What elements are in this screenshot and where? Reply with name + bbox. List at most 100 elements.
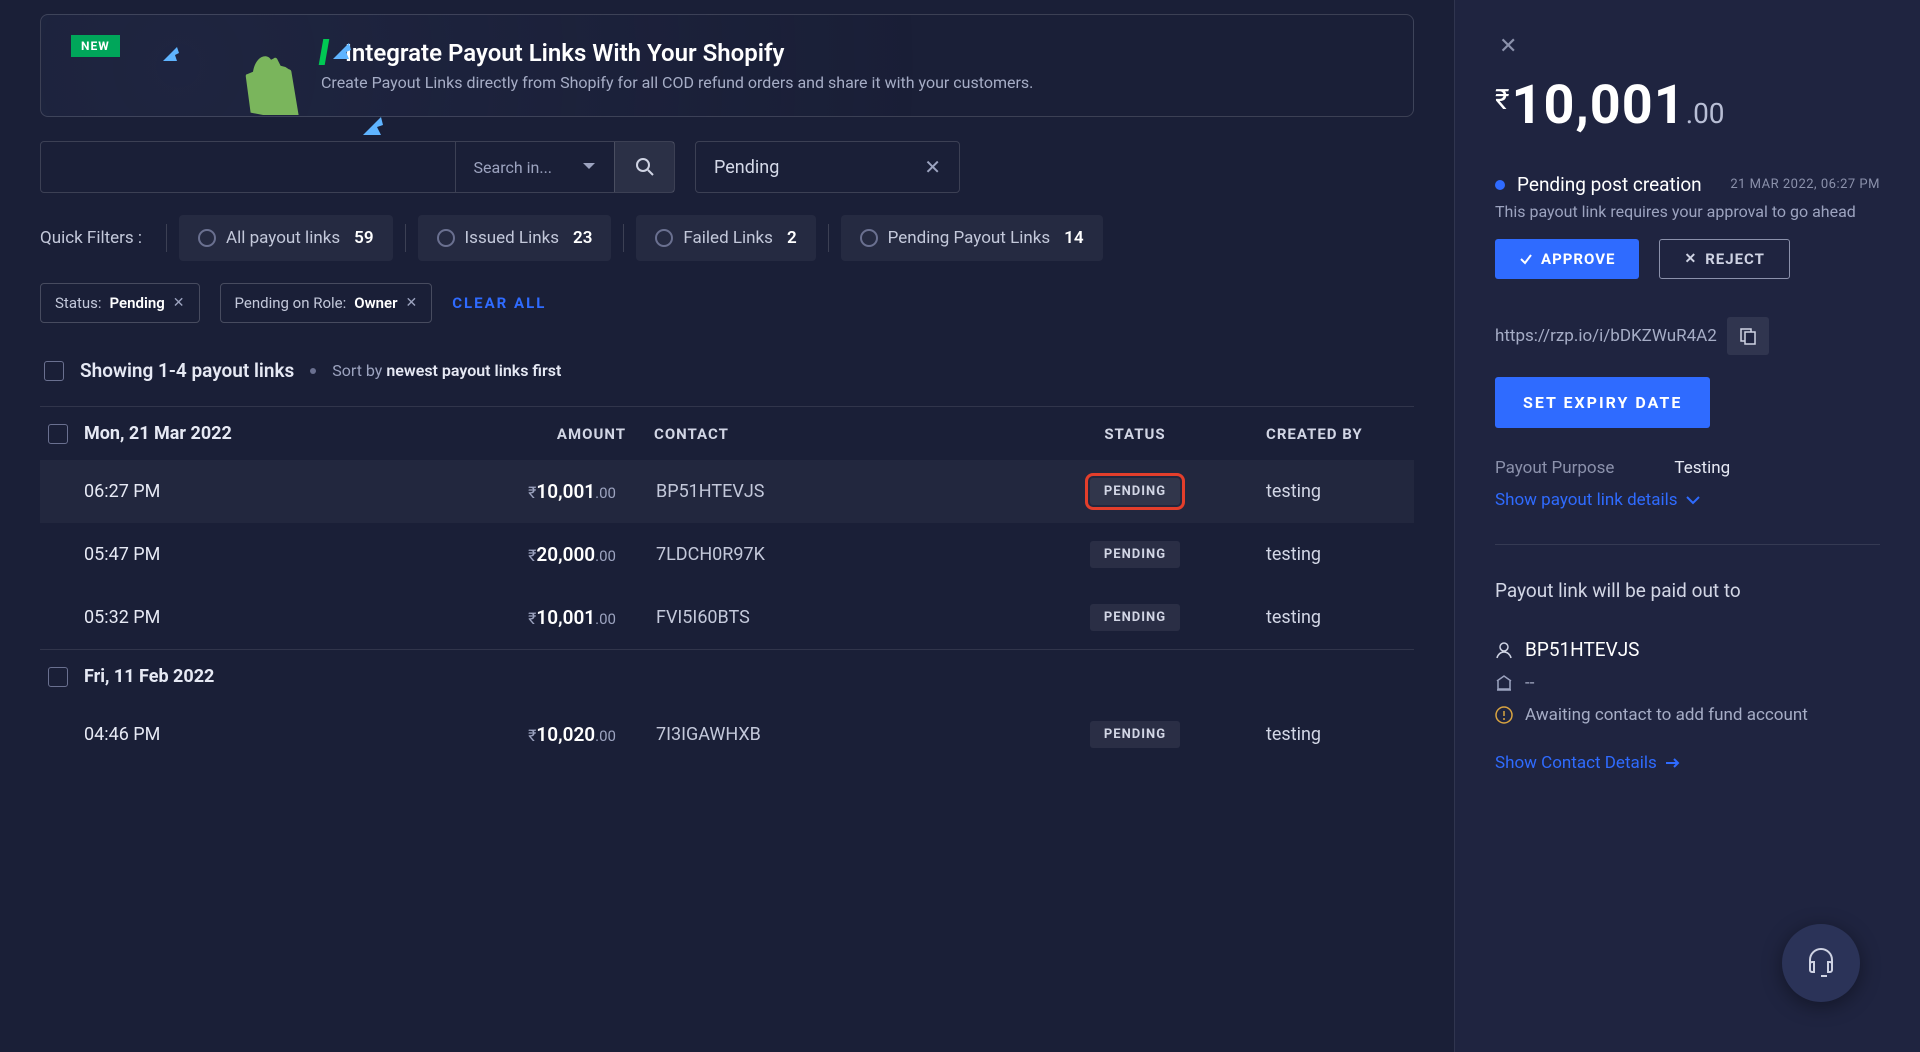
contact-name: BP51HTEVJS bbox=[1525, 638, 1639, 661]
paid-to-title: Payout link will be paid out to bbox=[1495, 579, 1880, 602]
detail-amount: ₹10,001.00 bbox=[1495, 74, 1880, 137]
search-box: Search in... bbox=[40, 141, 675, 193]
user-icon bbox=[1495, 641, 1513, 659]
radio-icon bbox=[655, 229, 673, 247]
search-type-dropdown[interactable]: Search in... bbox=[456, 142, 615, 192]
row-status: PENDING bbox=[1020, 541, 1250, 568]
clear-all-button[interactable]: CLEAR ALL bbox=[452, 294, 546, 312]
row-amount: ₹10,001.00 bbox=[300, 480, 640, 503]
sort-label: Sort by newest payout links first bbox=[332, 361, 561, 380]
bank-icon bbox=[1495, 674, 1513, 692]
row-contact: 7LDCH0R97K bbox=[656, 544, 1004, 565]
filter-pending-payout-links[interactable]: Pending Payout Links 14 bbox=[841, 215, 1103, 261]
show-link-details[interactable]: Show payout link details bbox=[1495, 490, 1880, 510]
show-contact-details[interactable]: Show Contact Details bbox=[1495, 753, 1880, 773]
warning-text: Awaiting contact to add fund account bbox=[1525, 705, 1808, 725]
clear-status-icon[interactable]: ✕ bbox=[924, 155, 941, 179]
copy-button[interactable] bbox=[1727, 317, 1769, 355]
reject-button[interactable]: ✕ REJECT bbox=[1659, 239, 1790, 279]
divider bbox=[405, 224, 406, 252]
group-date: Fri, 11 Feb 2022 bbox=[84, 666, 214, 687]
filters-label: Quick Filters : bbox=[40, 228, 142, 248]
shopify-banner[interactable]: NEW Integrate Payout Links With Your Sho… bbox=[40, 14, 1414, 117]
detail-status-date: 21 MAR 2022, 06:27 PM bbox=[1730, 177, 1880, 192]
radio-icon bbox=[198, 229, 216, 247]
row-amount: ₹10,001.00 bbox=[300, 606, 640, 629]
row-status: PENDING bbox=[1020, 604, 1250, 631]
group-checkbox[interactable] bbox=[48, 424, 68, 444]
search-icon bbox=[635, 157, 655, 177]
showing-count: Showing 1-4 payout links bbox=[80, 359, 294, 382]
search-input[interactable] bbox=[41, 142, 456, 192]
col-status: STATUS bbox=[1020, 425, 1250, 443]
table-row[interactable]: 05:47 PM ₹20,000.00 7LDCH0R97K PENDING t… bbox=[40, 523, 1414, 586]
remove-tag-icon[interactable]: ✕ bbox=[406, 295, 418, 311]
payout-link-url: https://rzp.io/i/bDKZWuR4A2 bbox=[1495, 326, 1717, 346]
approve-button[interactable]: APPROVE bbox=[1495, 239, 1639, 279]
status-filter-value: Pending bbox=[714, 157, 779, 178]
divider bbox=[623, 224, 624, 252]
status-badge: PENDING bbox=[1090, 541, 1180, 568]
filter-all-payout-links[interactable]: All payout links 59 bbox=[179, 215, 393, 261]
row-contact: FVI5I60BTS bbox=[656, 607, 1004, 628]
select-all-checkbox[interactable] bbox=[44, 361, 64, 381]
detail-status-title: Pending post creation bbox=[1517, 173, 1702, 196]
banner-title: Integrate Payout Links With Your Shopify bbox=[345, 39, 784, 67]
status-dot-icon bbox=[1495, 180, 1505, 190]
row-created-by: testing bbox=[1266, 481, 1406, 502]
row-time: 05:32 PM bbox=[84, 607, 284, 628]
filter-issued-links[interactable]: Issued Links 23 bbox=[418, 215, 612, 261]
date-group-header: Fri, 11 Feb 2022 bbox=[40, 649, 1414, 703]
row-status: PENDING bbox=[1020, 478, 1250, 505]
status-badge: PENDING bbox=[1090, 604, 1180, 631]
remove-tag-icon[interactable]: ✕ bbox=[173, 295, 185, 311]
set-expiry-button[interactable]: SET EXPIRY DATE bbox=[1495, 377, 1710, 428]
row-status: PENDING bbox=[1020, 721, 1250, 748]
chevron-down-icon bbox=[582, 162, 596, 172]
copy-icon bbox=[1739, 327, 1757, 345]
row-created-by: testing bbox=[1266, 544, 1406, 565]
table-row[interactable]: 05:32 PM ₹10,001.00 FVI5I60BTS PENDING t… bbox=[40, 586, 1414, 649]
radio-icon bbox=[860, 229, 878, 247]
row-time: 04:46 PM bbox=[84, 724, 284, 745]
status-filter-select[interactable]: Pending ✕ bbox=[695, 141, 960, 193]
arrow-icon bbox=[361, 115, 385, 139]
chevron-down-icon bbox=[1686, 495, 1700, 505]
row-contact: 7I3IGAWHXB bbox=[656, 724, 1004, 745]
table-row[interactable]: 06:27 PM ₹10,001.00 BP51HTEVJS PENDING t… bbox=[40, 460, 1414, 523]
purpose-value: Testing bbox=[1674, 458, 1730, 478]
date-group-header: Mon, 21 Mar 2022 AMOUNT CONTACT STATUS C… bbox=[40, 406, 1414, 460]
warning-icon bbox=[1495, 706, 1513, 724]
row-amount: ₹20,000.00 bbox=[300, 543, 640, 566]
arrow-icon bbox=[161, 45, 181, 65]
tag-role: Pending on Role: Owner ✕ bbox=[220, 283, 433, 323]
row-time: 06:27 PM bbox=[84, 481, 284, 502]
divider bbox=[1495, 544, 1880, 545]
tag-status: Status: Pending ✕ bbox=[40, 283, 200, 323]
row-created-by: testing bbox=[1266, 607, 1406, 628]
filter-failed-links[interactable]: Failed Links 2 bbox=[636, 215, 815, 261]
col-amount: AMOUNT bbox=[438, 425, 638, 443]
close-icon[interactable]: ✕ bbox=[1499, 34, 1517, 59]
detail-panel: ✕ ₹10,001.00 Pending post creation 21 MA… bbox=[1454, 0, 1920, 1052]
check-icon bbox=[1519, 252, 1533, 266]
table-row[interactable]: 04:46 PM ₹10,020.00 7I3IGAWHXB PENDING t… bbox=[40, 703, 1414, 766]
detail-status-desc: This payout link requires your approval … bbox=[1495, 202, 1880, 221]
shopify-icon bbox=[241, 55, 301, 115]
x-icon: ✕ bbox=[1684, 251, 1697, 267]
arrow-right-icon bbox=[1665, 757, 1681, 769]
divider bbox=[828, 224, 829, 252]
group-checkbox[interactable] bbox=[48, 667, 68, 687]
support-button[interactable] bbox=[1782, 924, 1860, 1002]
col-created: CREATED BY bbox=[1266, 425, 1406, 443]
search-button[interactable] bbox=[614, 142, 674, 192]
col-contact: CONTACT bbox=[654, 425, 1004, 443]
banner-accent bbox=[319, 39, 330, 65]
row-time: 05:47 PM bbox=[84, 544, 284, 565]
status-badge: PENDING bbox=[1090, 478, 1180, 505]
purpose-label: Payout Purpose bbox=[1495, 458, 1614, 478]
radio-icon bbox=[437, 229, 455, 247]
divider bbox=[166, 224, 167, 252]
search-type-label: Search in... bbox=[474, 158, 553, 177]
group-date: Mon, 21 Mar 2022 bbox=[84, 423, 232, 444]
